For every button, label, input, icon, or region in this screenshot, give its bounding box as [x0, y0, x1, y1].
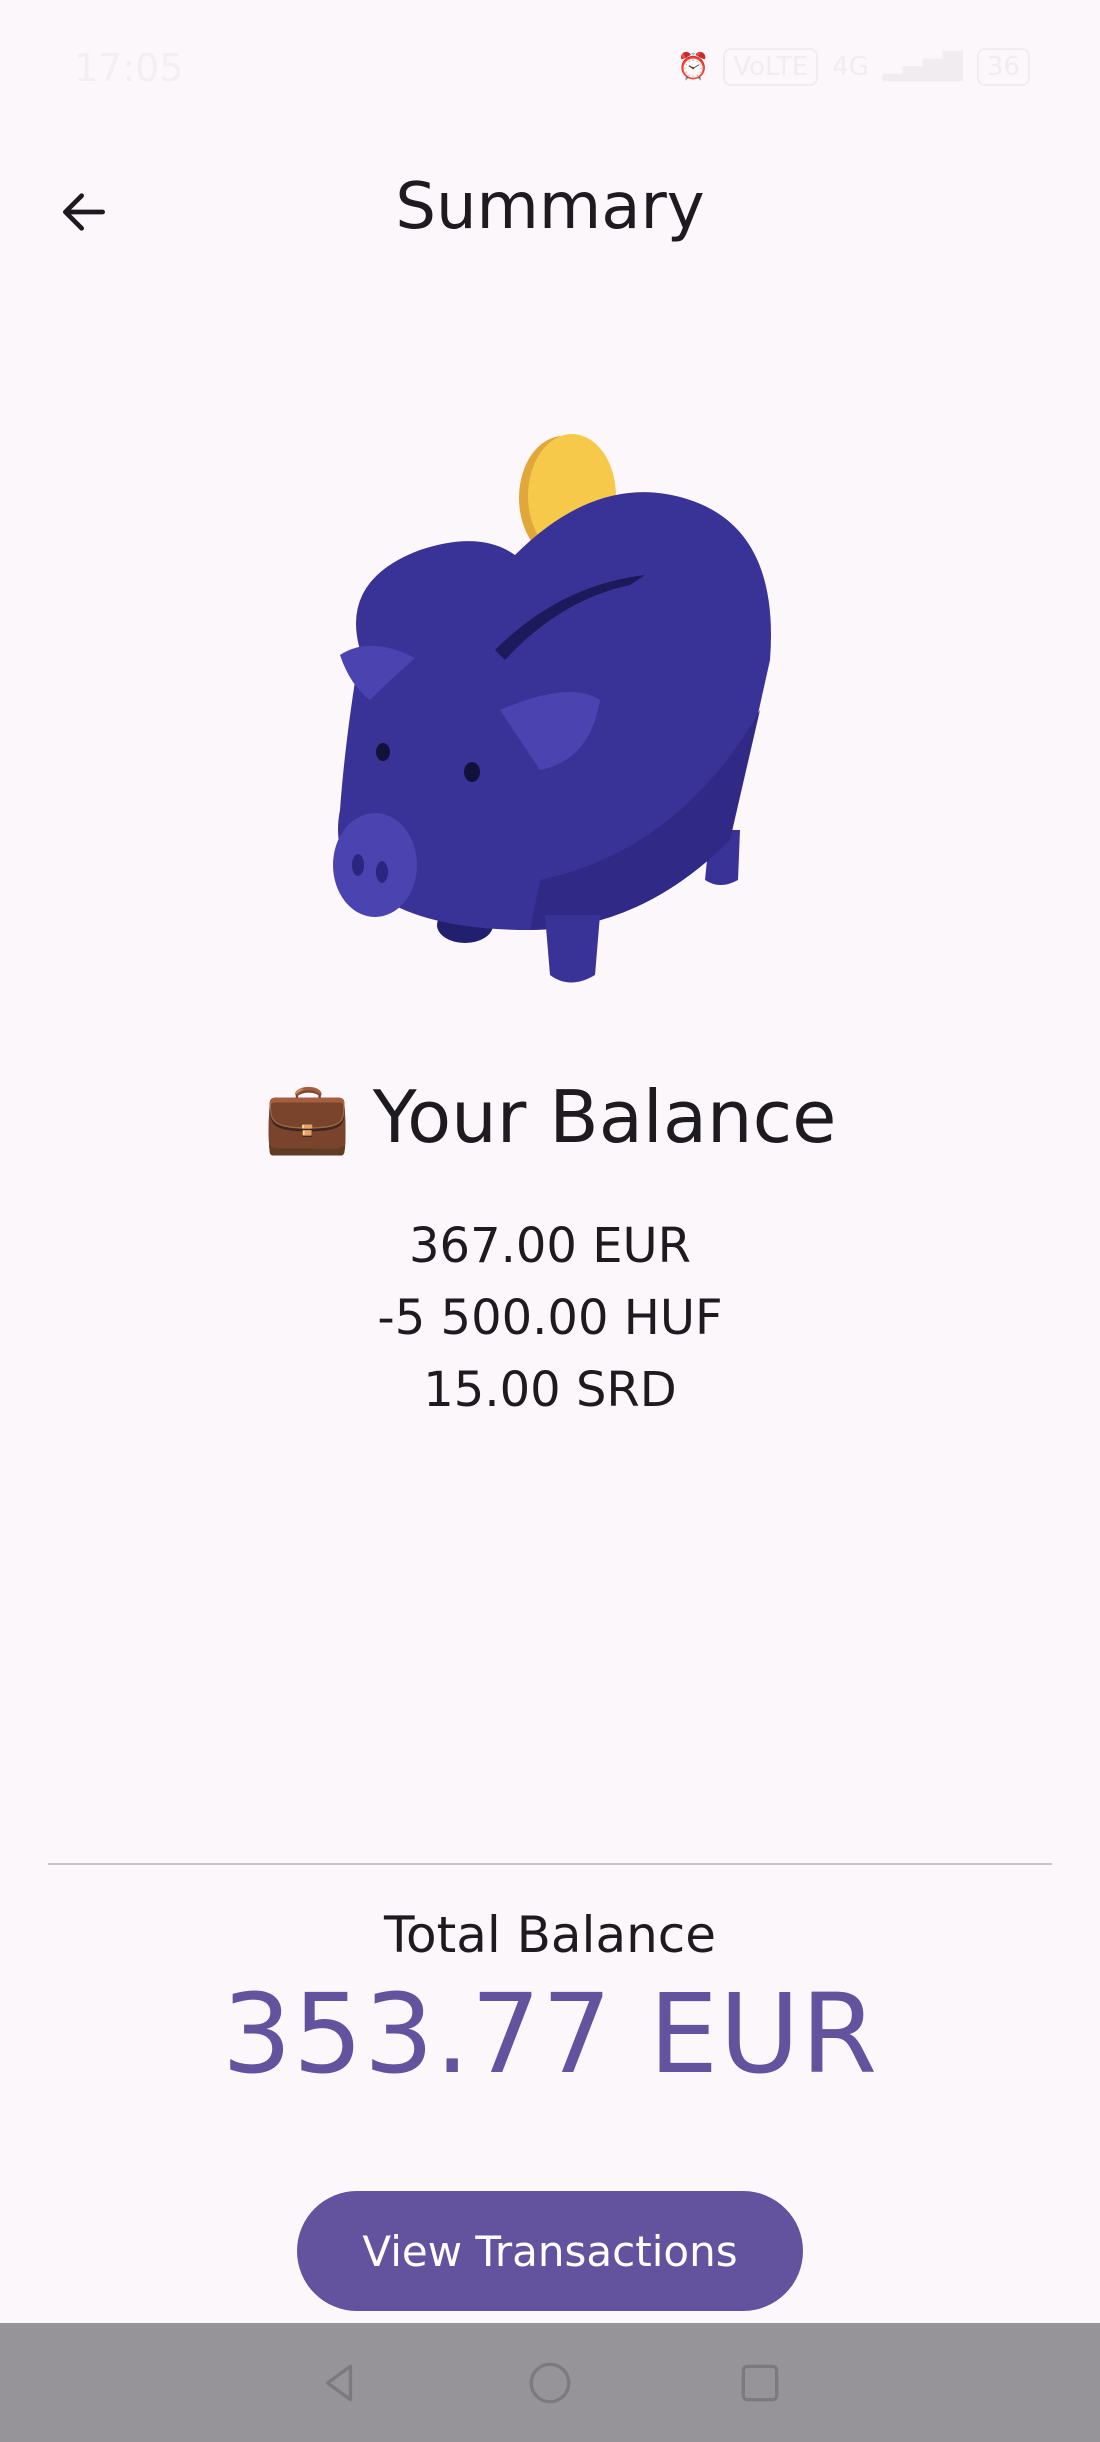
nav-back-button[interactable]	[310, 2353, 370, 2413]
balance-item-srd: 15.00 SRD	[423, 1362, 677, 1418]
page-title: Summary	[395, 170, 705, 244]
divider	[48, 1863, 1052, 1865]
nav-recents-button[interactable]	[730, 2353, 790, 2413]
briefcase-icon: 💼	[263, 1075, 351, 1158]
alarm-icon: ⏰	[676, 52, 710, 82]
balance-item-huf: -5 500.00 HUF	[377, 1290, 723, 1346]
piggy-bank-icon	[333, 434, 771, 983]
balance-item-eur: 367.00 EUR	[408, 1218, 692, 1274]
back-triangle-icon	[325, 2364, 353, 2401]
app-bar: Summary	[0, 150, 1100, 270]
view-transactions-button[interactable]: View Transactions	[297, 2191, 803, 2311]
total-balance-label: Total Balance	[383, 1906, 717, 1964]
status-time: 17:05	[74, 46, 184, 90]
status-bar: 17:05 ⏰ VoLTE 4G ▂▄▆█ 36	[0, 0, 1100, 140]
system-nav-bar	[0, 2323, 1100, 2442]
network-type: 4G	[832, 52, 869, 82]
home-circle-icon	[529, 2362, 571, 2403]
balance-heading: 💼 Your Balance	[0, 1075, 1100, 1159]
recents-square-icon	[741, 2364, 779, 2401]
balance-list: 367.00 EUR -5 500.00 HUF 15.00 SRD	[0, 1210, 1100, 1426]
status-icons: ⏰ VoLTE 4G ▂▄▆█ 36	[677, 48, 1030, 86]
volte-badge: VoLTE	[723, 48, 819, 86]
nav-home-button[interactable]	[520, 2353, 580, 2413]
battery-icon: 36	[976, 48, 1030, 86]
total-balance-value: 353.77 EUR	[221, 1970, 879, 2098]
balance-title: Your Balance	[372, 1075, 837, 1159]
signal-icon: ▂▄▆█	[882, 52, 963, 82]
